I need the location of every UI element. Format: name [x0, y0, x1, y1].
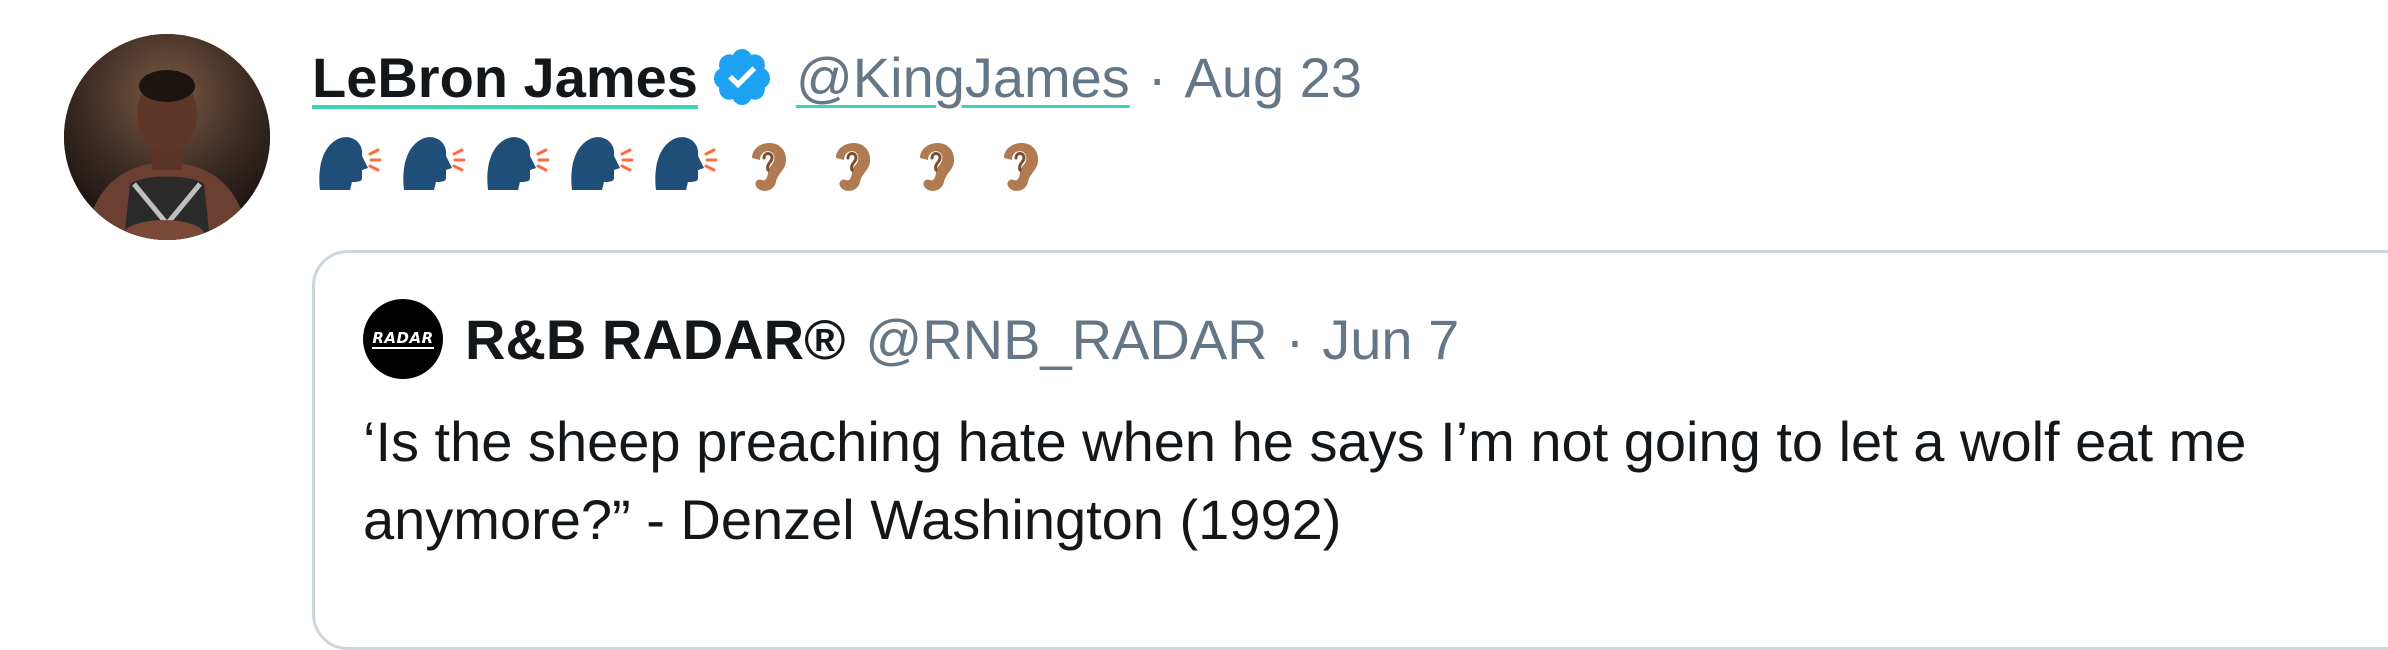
speaking-head-icon: [655, 137, 718, 190]
speaking-head-icon: [487, 137, 550, 190]
quoted-avatar[interactable]: RADAR: [363, 299, 443, 379]
tweet-date[interactable]: Aug 23: [1184, 45, 1362, 110]
quoted-tweet-header: RADAR R&B RADAR® @RNB_RADAR · Jun 7: [363, 299, 1459, 379]
speaking-head-icon: [571, 137, 634, 190]
quoted-author-handle[interactable]: @RNB_RADAR: [865, 307, 1267, 372]
avatar[interactable]: [64, 34, 270, 240]
header-separator: ·: [1147, 45, 1167, 109]
ear-icon: [1004, 142, 1039, 191]
quoted-tweet-date[interactable]: Jun 7: [1322, 307, 1459, 372]
verified-badge-icon: [710, 45, 774, 109]
quoted-avatar-logo: RADAR: [372, 329, 434, 349]
ear-icon: [836, 142, 871, 191]
ear-icon: [920, 142, 955, 191]
tweet-header: LeBron James @KingJames · Aug 23: [312, 40, 1362, 114]
quoted-author-name[interactable]: R&B RADAR®: [465, 307, 845, 372]
author-name[interactable]: LeBron James: [312, 45, 698, 110]
speaking-head-icon: [403, 137, 466, 190]
avatar-photo-icon: [64, 34, 270, 240]
author-handle[interactable]: @KingJames: [796, 45, 1130, 110]
ear-icon: [752, 142, 787, 191]
quoted-tweet-card[interactable]: RADAR R&B RADAR® @RNB_RADAR · Jun 7 ‘Is …: [312, 250, 2388, 650]
quoted-header-separator: ·: [1285, 307, 1305, 371]
speaking-head-icon: [319, 137, 382, 190]
tweet: LeBron James @KingJames · Aug 23 RADAR R…: [0, 0, 2388, 650]
quoted-tweet-text: ‘Is the sheep preaching hate when he say…: [363, 410, 2247, 551]
tweet-text: [312, 118, 1068, 208]
